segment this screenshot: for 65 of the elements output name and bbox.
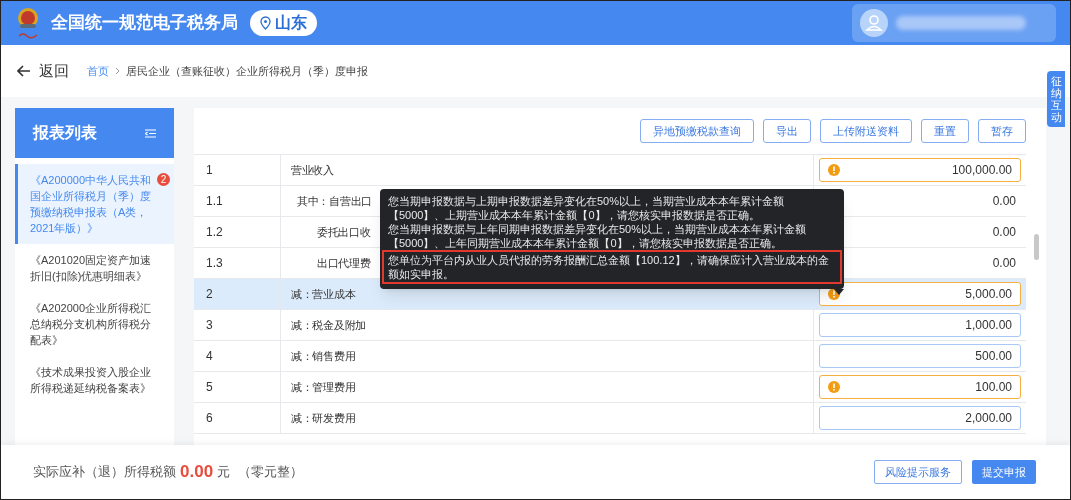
warning-icon [828, 164, 840, 176]
report-list-item[interactable]: 《A200000中华人民共和国企业所得税月（季）度预缴纳税申报表（A类，2021年版）》 2 [15, 164, 174, 244]
toolbar-button[interactable]: 异地预缴税款查询 [640, 119, 754, 143]
row-number: 6 [206, 410, 213, 427]
item-name: 营业收入 [291, 162, 334, 178]
location-pin-icon [260, 16, 271, 30]
table-row[interactable]: 6 减：研发费用 2,000.00 [194, 403, 1026, 434]
amount-in-words: （零元整） [238, 463, 304, 482]
toolbar-button[interactable]: 重置 [921, 119, 969, 143]
chevron-right-icon [115, 67, 120, 75]
item-name: 其中：自营出口 [297, 193, 372, 209]
row-number: 1 [206, 162, 213, 179]
tooltip-message: 您单位为平台内从业人员代报的劳务报酬汇总金额【100.12】，请确保应计入营业成本的金额如实申报。 [382, 250, 842, 284]
table-row[interactable]: 4 减：销售费用 500.00 [194, 341, 1026, 372]
sidebar-title: 报表列表 [33, 123, 97, 143]
row-number: 3 [206, 317, 213, 334]
currency-unit: 元 [217, 463, 231, 482]
emblem-logo [15, 6, 41, 40]
report-list-item[interactable]: 《技术成果投资入股企业所得税递延纳税备案表》 [15, 356, 174, 404]
item-name: 减：研发费用 [291, 410, 356, 426]
arrow-left-icon [17, 65, 31, 77]
toolbar-button[interactable]: 上传附送资料 [820, 119, 912, 143]
region-selector[interactable]: 山东 [250, 10, 317, 36]
row-number: 1.2 [206, 224, 223, 241]
amount-field[interactable]: 5,000.00 [819, 282, 1021, 306]
amount-field[interactable]: 100,000.00 [819, 158, 1021, 182]
tax-amount: 0.00 [180, 461, 214, 484]
item-name: 出口代理费 [317, 255, 371, 271]
amount-value: 0.00 [992, 224, 1016, 241]
tooltip-message: 您当期申报数据与上年同期申报数据差异变化在50%以上，当期营业成本本年累计金额【5000】、上年同期营业成本本年累计金额【0】，请您核实申报数据是否正确。 [388, 222, 808, 250]
toolbar-button[interactable]: 导出 [763, 119, 811, 143]
item-name: 减：管理费用 [291, 379, 356, 395]
amount-field[interactable]: 2,000.00 [819, 406, 1021, 430]
scrollbar-thumb[interactable] [1033, 234, 1039, 260]
row-number: 2 [206, 286, 213, 303]
amount-field[interactable]: 100.00 [819, 375, 1021, 399]
toolbar-button[interactable]: 暂存 [978, 119, 1026, 143]
count-badge: 2 [157, 173, 170, 186]
user-panel[interactable] [852, 4, 1056, 42]
breadcrumb-current: 居民企业（查账征收）企业所得税月（季）度申报 [126, 63, 368, 79]
amount-value: 0.00 [992, 255, 1016, 272]
warning-icon [828, 381, 840, 393]
amount-field[interactable]: 500.00 [819, 344, 1021, 368]
risk-service-button[interactable]: 风险提示服务 [874, 460, 962, 484]
table-row[interactable]: 5 减：管理费用 100.00 [194, 372, 1026, 403]
report-list-item[interactable]: 《A202000企业所得税汇总纳税分支机构所得税分配表》 [15, 292, 174, 356]
row-number: 4 [206, 348, 213, 365]
table-row[interactable]: 1 营业收入 100,000.00 [194, 155, 1026, 186]
back-button[interactable]: 返回 [17, 59, 69, 83]
amount-field[interactable]: 1,000.00 [819, 313, 1021, 337]
report-list-item[interactable]: 《A201020固定资产加速折旧(扣除)优惠明细表》 [15, 244, 174, 292]
amount-value: 0.00 [992, 193, 1016, 210]
item-name: 委托出口收 [317, 224, 371, 240]
row-number: 1.3 [206, 255, 223, 272]
avatar-icon [860, 9, 888, 37]
row-number: 1.1 [206, 193, 223, 210]
table-row[interactable]: 3 减：税金及附加 1,000.00 [194, 310, 1026, 341]
item-name: 减：营业成本 [291, 286, 356, 302]
breadcrumb-link[interactable]: 首页 [87, 62, 109, 80]
collapse-menu-icon[interactable] [145, 128, 156, 138]
site-title: 全国统一规范电子税务局 [51, 12, 238, 35]
item-name: 减：税金及附加 [291, 317, 366, 333]
item-name: 减：销售费用 [291, 348, 356, 364]
row-number: 5 [206, 379, 213, 396]
tax-label: 实际应补（退）所得税额 [33, 463, 176, 482]
